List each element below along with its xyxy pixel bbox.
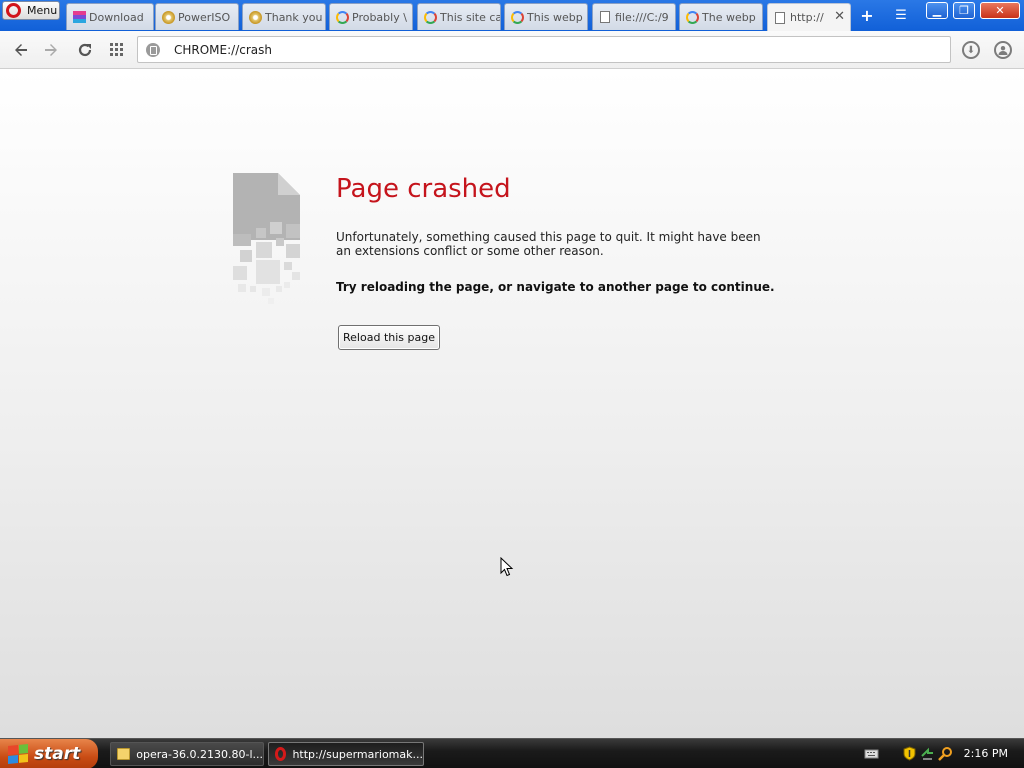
tab-this-webpage[interactable]: This webp [504, 3, 588, 30]
system-tray: 2:16 PM [864, 739, 1024, 768]
google-favicon-icon [335, 10, 349, 24]
tab-label: Thank you [265, 10, 323, 24]
opera-logo-icon [6, 3, 21, 18]
mouse-cursor-icon [500, 557, 514, 577]
poweriso-favicon-icon [248, 10, 262, 24]
menu-label: Menu [27, 4, 58, 17]
tab-thank-you[interactable]: Thank you [242, 3, 326, 30]
poweriso-favicon-icon [161, 10, 175, 24]
opera-icon [275, 747, 287, 761]
crash-message: Unfortunately, something caused this pag… [336, 230, 761, 258]
address-url: CHROME://crash [174, 42, 272, 57]
tab-active-crash[interactable]: http:// ✕ [767, 3, 851, 31]
tab-label: file:///C:/9 [615, 10, 669, 24]
reload-page-button[interactable]: Reload this page [338, 325, 440, 350]
google-favicon-icon [423, 10, 437, 24]
search-magnifier-icon[interactable] [938, 746, 953, 761]
tab-download[interactable]: Download [66, 3, 154, 30]
restore-button[interactable]: ❐ [953, 2, 975, 19]
download-favicon-icon [72, 10, 86, 24]
start-label: start [34, 744, 81, 764]
document-favicon-icon [773, 11, 787, 25]
download-icon[interactable]: ⬇ [962, 41, 980, 59]
tab-file[interactable]: file:///C:/9 [592, 3, 676, 30]
forward-arrow-icon[interactable] [40, 39, 62, 61]
tab-probably[interactable]: Probably \ [329, 3, 413, 30]
minimize-button[interactable]: ▁ [926, 2, 948, 19]
reload-icon[interactable] [74, 39, 96, 61]
back-arrow-icon[interactable] [10, 39, 32, 61]
document-favicon-icon [598, 10, 612, 24]
taskbar-item-opera[interactable]: http://supermariomak... [268, 742, 424, 766]
crash-hint: Try reloading the page, or navigate to a… [336, 280, 775, 294]
start-button[interactable]: start [0, 739, 98, 768]
opera-menu-button[interactable]: Menu [2, 1, 60, 20]
new-tab-button[interactable]: + [856, 4, 878, 26]
speed-dial-grid-icon[interactable] [106, 39, 128, 61]
tab-label: The webp [702, 10, 756, 24]
tab-poweriso[interactable]: PowerISO [155, 3, 239, 30]
tab-label: This webp [527, 10, 583, 24]
tab-close-icon[interactable]: ✕ [834, 9, 845, 24]
task-label: opera-36.0.2130.80-l... [136, 747, 263, 761]
task-label: http://supermariomak... [292, 747, 423, 761]
keyboard-icon[interactable] [864, 746, 879, 761]
page-content: Page crashed Unfortunately, something ca… [0, 70, 1024, 738]
site-info-icon[interactable] [146, 42, 160, 57]
browser-toolbar: CHROME://crash ⬇ [0, 31, 1024, 69]
google-favicon-icon [685, 10, 699, 24]
network-arrows-icon[interactable] [920, 746, 935, 761]
taskbar-clock[interactable]: 2:16 PM [964, 747, 1008, 760]
tab-menu-icon[interactable]: ☰ [890, 4, 912, 26]
page-title: Page crashed [336, 174, 511, 204]
security-shield-icon[interactable] [902, 746, 917, 761]
tab-label: This site ca [440, 10, 500, 24]
tab-label: Probably \ [352, 10, 407, 24]
windows-taskbar: start opera-36.0.2130.80-l... http://sup… [0, 738, 1024, 768]
tab-the-webpage[interactable]: The webp [679, 3, 763, 30]
windows-flag-icon [8, 743, 28, 765]
tab-label: http:// [790, 11, 824, 24]
close-window-button[interactable]: ✕ [980, 2, 1020, 19]
account-icon[interactable] [994, 41, 1012, 59]
tab-strip: Menu Download PowerISO Thank you Probabl… [0, 0, 1024, 31]
tab-this-site[interactable]: This site ca [417, 3, 501, 30]
folder-icon [117, 748, 131, 760]
taskbar-item-folder[interactable]: opera-36.0.2130.80-l... [110, 742, 264, 766]
tab-label: PowerISO [178, 10, 231, 24]
crashed-page-icon [233, 173, 300, 304]
google-favicon-icon [510, 10, 524, 24]
tab-label: Download [89, 10, 144, 24]
address-bar[interactable]: CHROME://crash [137, 36, 951, 63]
